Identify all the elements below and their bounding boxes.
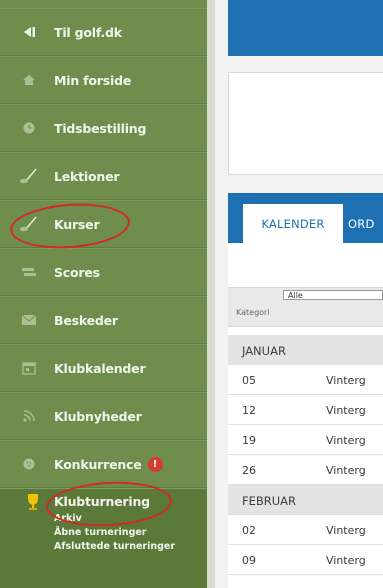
filter-bar: Alle Kategori [228,287,383,327]
table-row[interactable]: 09 Vinterg [228,545,383,575]
month-label: JANUAR [242,344,286,358]
table-row[interactable]: 12 Vinterg [228,395,383,425]
month-header-januar: JANUAR [228,335,383,365]
golf-ball-icon [18,457,40,471]
event-day: 19 [242,434,256,447]
tab-ord[interactable]: ORD [348,204,383,243]
tab-bar: KALENDER ORD [228,193,383,243]
event-day: 12 [242,404,256,417]
sidebar-item-min-forside[interactable]: Min forside [0,56,207,104]
sidebar-item-klubturnering[interactable]: Klubturnering [0,488,207,514]
clock-icon [18,121,40,135]
submenu-item-afsluttede-turneringer[interactable]: Afsluttede turneringer [54,541,175,553]
scores-icon [18,266,40,278]
sidebar-item-beskeder[interactable]: Beskeder [0,296,207,344]
envelope-icon [18,314,40,326]
back-arrow-icon [18,25,40,39]
sidebar-item-label: Tidsbestilling [54,120,147,136]
golf-club-icon [18,216,40,232]
sidebar-item-label: Klubturnering [54,494,150,509]
calendar-icon [18,361,40,375]
sidebar-item-label: Min forside [54,72,132,88]
sidebar-item-label: Konkurrence [54,456,142,472]
sidebar-item-lektioner[interactable]: Lektioner [0,152,207,200]
submenu-item-arkiv[interactable]: Arkiv [54,513,82,525]
table-row[interactable]: 26 Vinterg [228,455,383,485]
category-label: Kategori [236,308,270,317]
trophy-icon [22,493,44,511]
sidebar-item-klubkalender[interactable]: Klubkalender [0,344,207,392]
event-name: Vinterg [326,524,366,537]
event-day: 05 [242,374,256,387]
sidebar-item-label: Lektioner [54,168,120,184]
rss-icon [18,409,40,423]
event-day: 09 [242,554,256,567]
event-name: Vinterg [326,554,366,567]
event-name: Vinterg [326,434,366,447]
sidebar-item-tidsbestilling[interactable]: Tidsbestilling [0,104,207,152]
alert-badge: ! [147,456,163,472]
table-row[interactable]: 05 Vinterg [228,365,383,395]
month-header-februar: FEBRUAR [228,485,383,515]
panel-divider [207,0,215,588]
event-day: 26 [242,464,256,477]
content-box [228,72,383,175]
top-header-bar [228,0,383,56]
event-day: 02 [242,524,256,537]
sidebar-item-label: Klubnyheder [54,408,142,424]
event-name: Vinterg [326,404,366,417]
sidebar-item-til-golf[interactable]: Til golf.dk [0,8,207,56]
event-name: Vinterg [326,374,366,387]
sidebar-item-label: Klubkalender [54,360,146,376]
sidebar-nav: Til golf.dk Min forside Tidsbestilling L… [0,0,207,588]
home-icon [18,74,40,86]
sidebar-item-kurser[interactable]: Kurser [0,200,207,248]
sidebar-item-konkurrence[interactable]: Konkurrence ! [0,440,207,488]
sidebar-item-label: Kurser [54,216,100,232]
event-name: Vinterg [326,464,366,477]
sidebar-item-klubnyheder[interactable]: Klubnyheder [0,392,207,440]
category-select[interactable]: Alle [283,290,383,300]
submenu-item-abne-turneringer[interactable]: Åbne turneringer [54,527,147,539]
sidebar-item-scores[interactable]: Scores [0,248,207,296]
calendar-panel: Alle Kategori JANUAR 05 Vinterg 12 Vinte… [228,243,383,588]
month-label: FEBRUAR [242,494,297,508]
table-row[interactable]: 19 Vinterg [228,425,383,455]
main-content: KALENDER ORD Alle Kategori JANUAR 05 Vin… [215,0,383,588]
sidebar-item-label: Scores [54,264,100,280]
sidebar-item-label: Beskeder [54,312,118,328]
table-row[interactable]: 02 Vinterg [228,515,383,545]
sidebar-item-label: Til golf.dk [54,24,122,40]
golf-club-icon [18,168,40,184]
tab-kalender[interactable]: KALENDER [243,204,343,243]
